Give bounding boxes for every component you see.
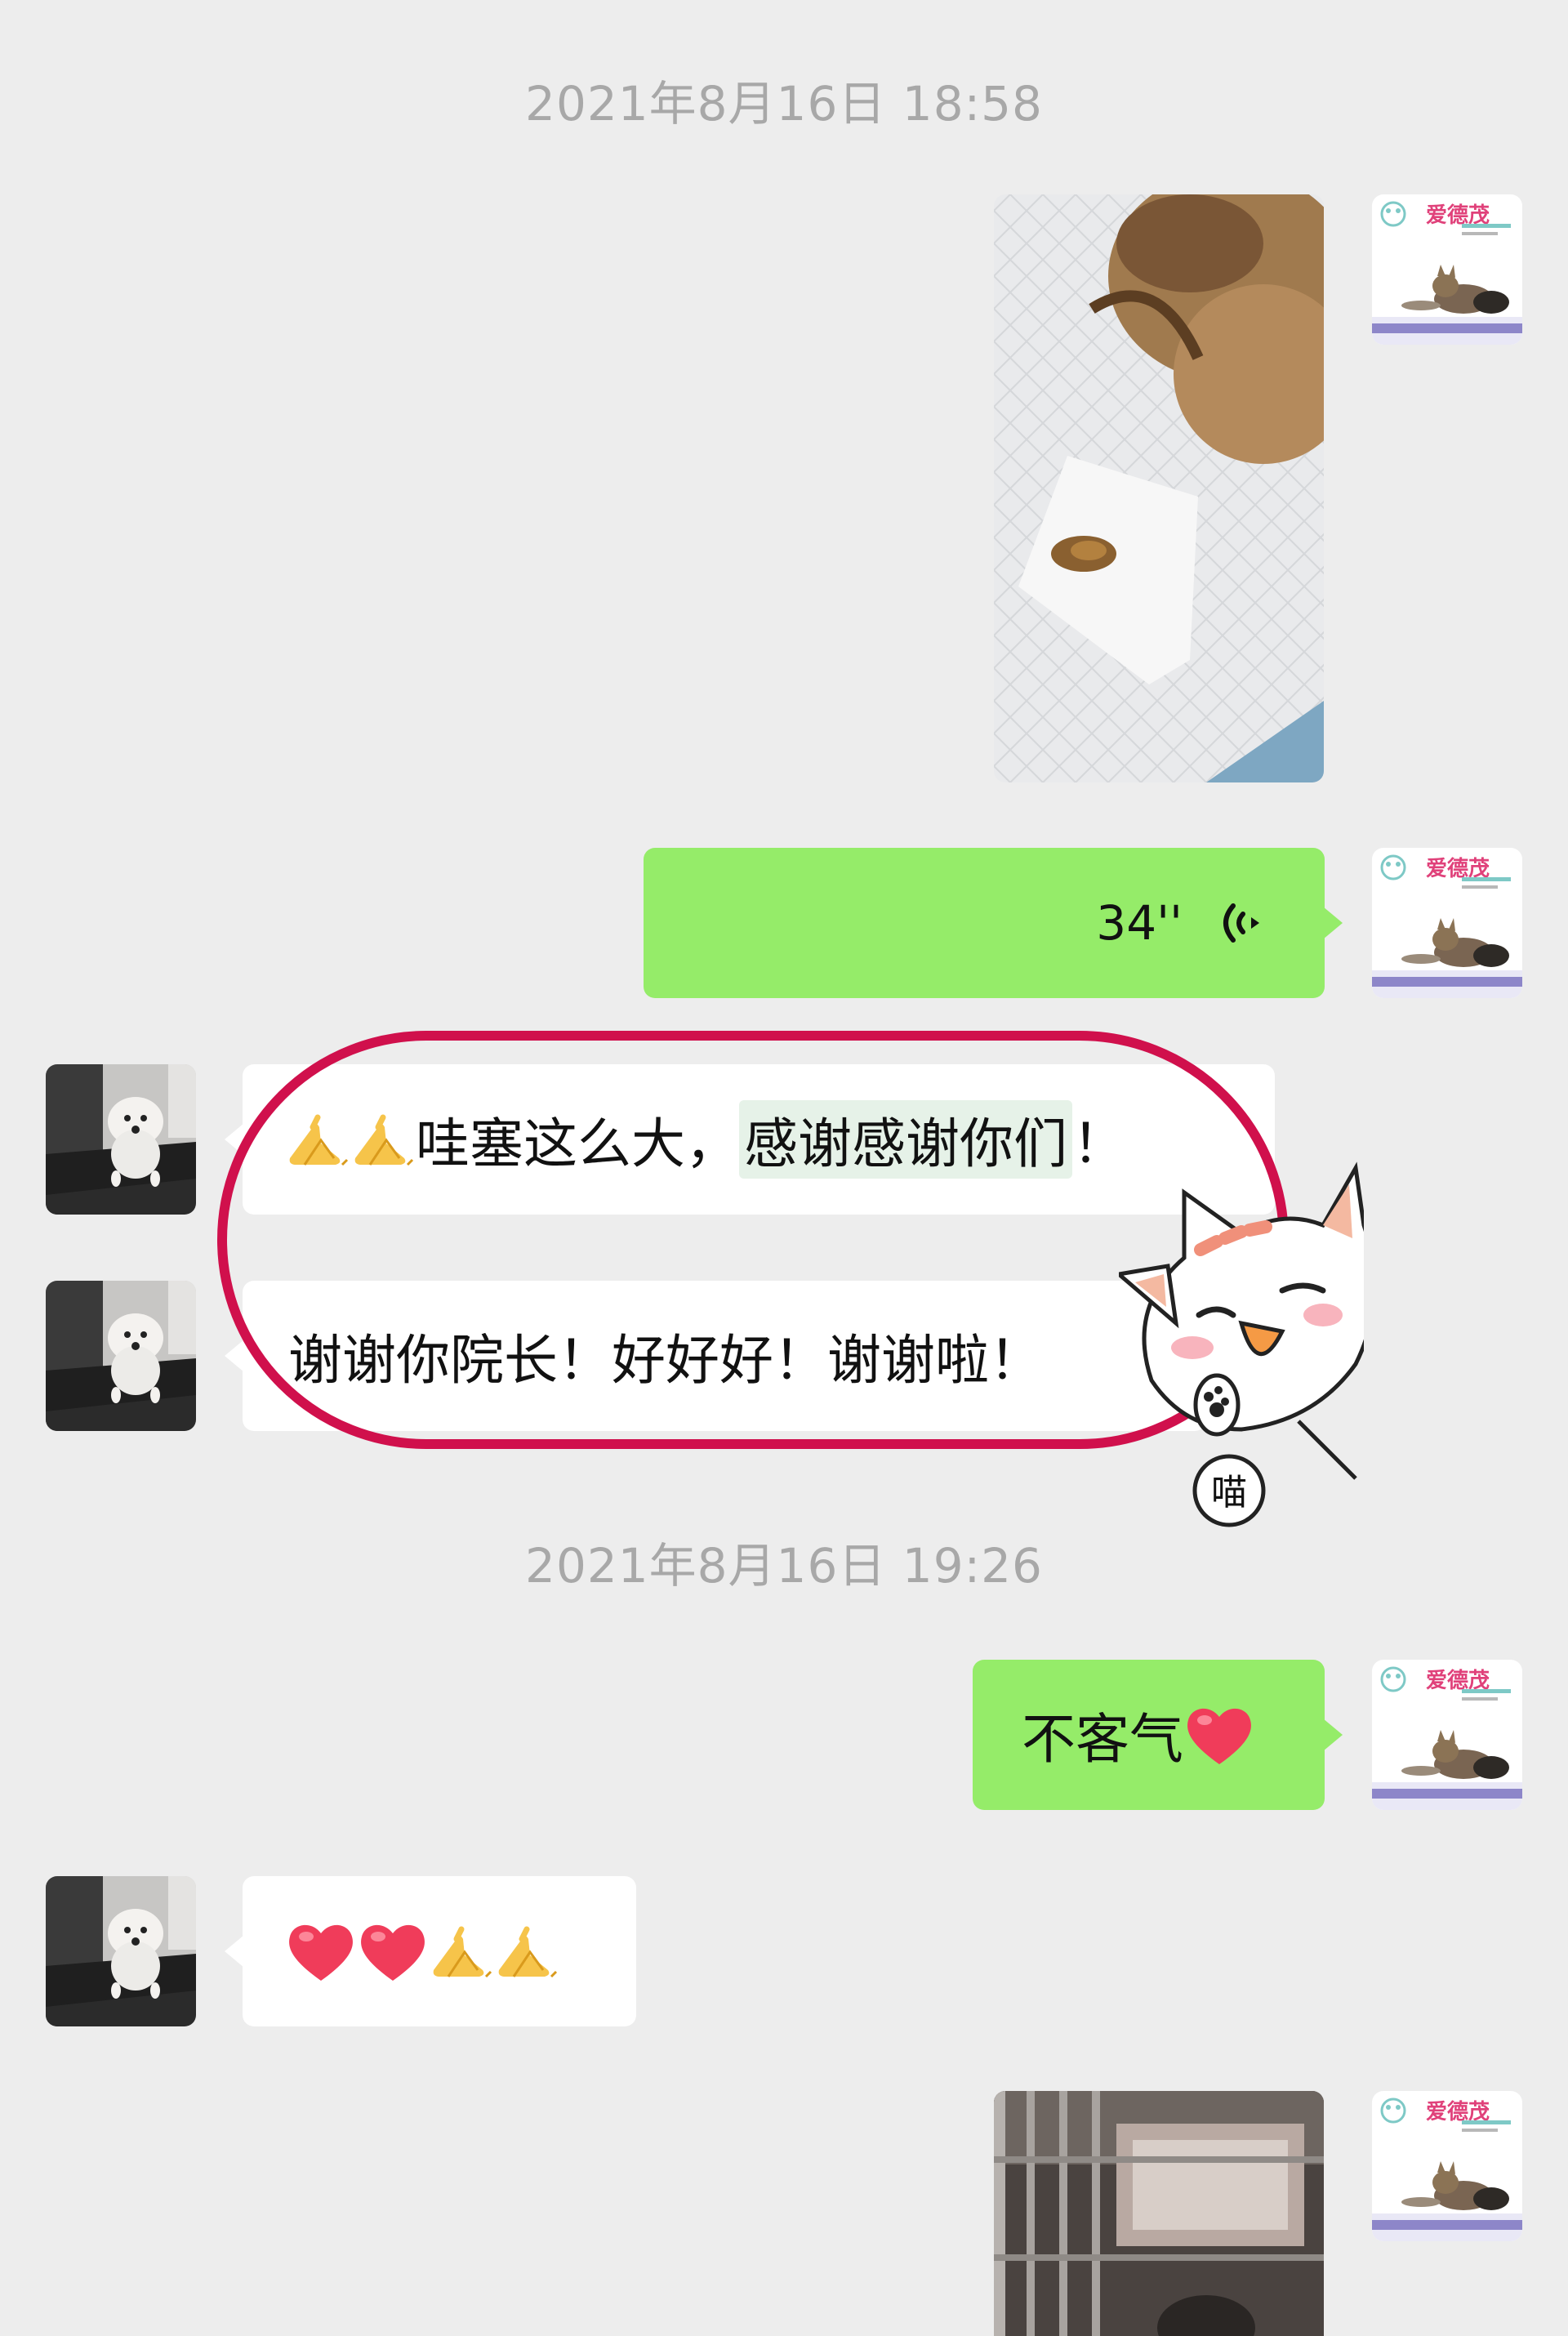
avatar[interactable] — [1372, 2091, 1522, 2241]
sent-photo[interactable] — [994, 194, 1324, 782]
timestamp: 2021年8月16日 19:26 — [525, 1538, 1043, 1594]
voice-message-bubble[interactable]: 34'' — [644, 848, 1343, 998]
avatar[interactable] — [1372, 194, 1522, 345]
timestamp: 2021年8月16日 18:58 — [525, 76, 1043, 132]
voice-duration: 34'' — [1096, 895, 1183, 951]
contact-avatar[interactable] — [46, 1876, 196, 2026]
cat-sticker: 喵 — [1119, 1161, 1364, 1527]
pray-emoji-icon — [494, 1923, 559, 1980]
heart-emoji-icon — [1183, 1702, 1255, 1768]
sent-photo[interactable] — [994, 2091, 1324, 2336]
avatar[interactable] — [1372, 848, 1522, 998]
heart-emoji-icon — [285, 1919, 357, 1984]
voice-wave-icon — [1215, 894, 1264, 952]
message-text: 不客气 — [1022, 1708, 1183, 1771]
avatar[interactable] — [1372, 1660, 1522, 1810]
contact-avatar[interactable] — [46, 1281, 196, 1431]
contact-avatar[interactable] — [46, 1064, 196, 1215]
sent-message-bubble[interactable]: 不客气 — [973, 1660, 1343, 1810]
received-emoji-bubble[interactable] — [225, 1876, 636, 2026]
heart-emoji-icon — [357, 1919, 429, 1984]
pray-emoji-icon — [429, 1923, 494, 1980]
sticker-text: 喵 — [1211, 1472, 1247, 1513]
